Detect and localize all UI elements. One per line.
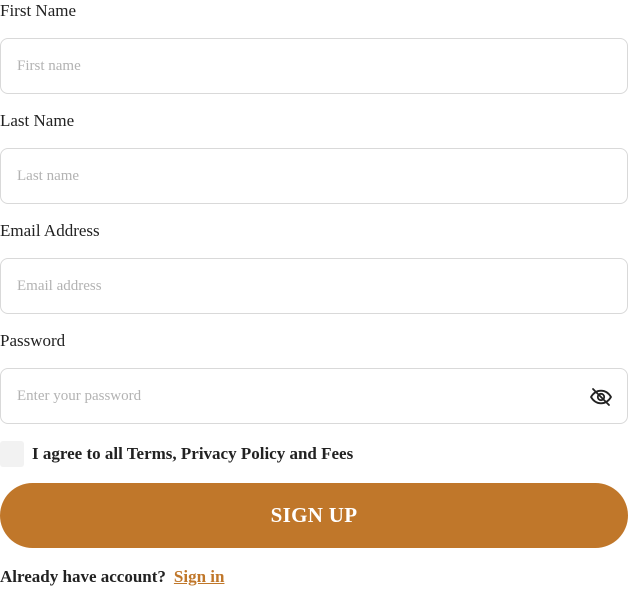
last-name-input[interactable] [17,149,577,203]
first-name-field-box [0,38,628,94]
account-prompt-text: Already have account? [0,567,166,586]
first-name-label: First Name [0,1,77,20]
password-input[interactable] [17,369,577,423]
agree-checkbox[interactable] [0,441,24,467]
email-label: Email Address [0,221,100,240]
password-label: Password [0,331,66,350]
password-field-box [0,368,628,424]
last-name-field-box [0,148,628,204]
agree-text: I agree to all Terms, Privacy Policy and… [32,444,354,463]
eye-off-icon[interactable] [589,385,613,409]
sign-up-button[interactable]: SIGN UP [0,483,628,548]
signin-prompt: Already have account? Sign in [0,567,224,587]
agree-row: I agree to all Terms, Privacy Policy and… [0,441,628,467]
sign-in-link[interactable]: Sign in [174,567,225,586]
email-field-box [0,258,628,314]
email-input[interactable] [17,259,577,313]
first-name-input[interactable] [17,39,577,93]
last-name-label: Last Name [0,111,75,130]
